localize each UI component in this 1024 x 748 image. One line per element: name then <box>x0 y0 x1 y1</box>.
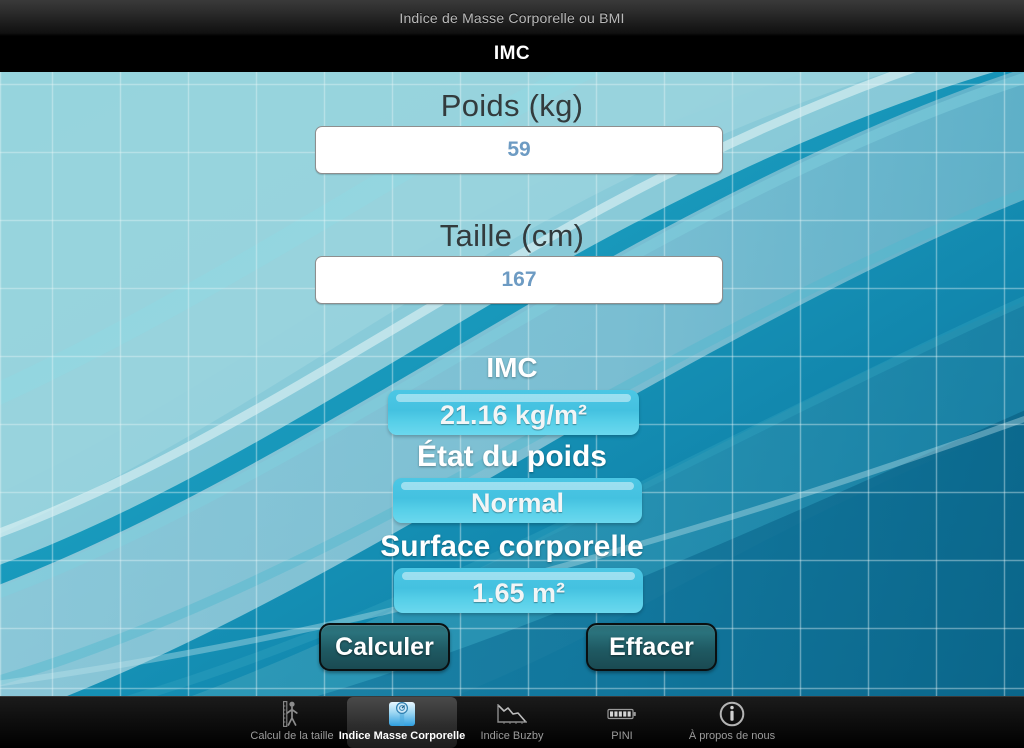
tab-label: Calcul de la taille <box>250 730 334 742</box>
info-circle-icon <box>712 701 752 727</box>
app-window: Indice de Masse Corporelle ou BMI IMC Po… <box>0 0 1024 748</box>
navigation-bar: IMC <box>0 36 1024 72</box>
height-label: Taille (cm) <box>439 218 585 253</box>
window-title: Indice de Masse Corporelle ou BMI <box>399 10 625 26</box>
weight-status-value: Normal <box>470 488 565 518</box>
declining-chart-icon <box>492 701 532 727</box>
main-content: Poids (kg) 59 Taille (cm) 167 IMC 21.16 … <box>0 72 1024 696</box>
battery-bars-icon <box>602 701 642 727</box>
height-input-value: 167 <box>501 268 537 291</box>
window-title-bar: Indice de Masse Corporelle ou BMI <box>0 0 1024 36</box>
body-surface-box: 1.65 m² <box>394 568 643 613</box>
tab-indice-masse-corporelle[interactable]: Indice Masse Corporelle <box>339 697 465 748</box>
weight-status-label: État du poids <box>417 440 607 473</box>
tab-label: Indice Masse Corporelle <box>338 730 466 742</box>
clear-button-label: Effacer <box>609 632 694 661</box>
clear-button[interactable]: Effacer <box>586 623 717 671</box>
bmi-result-label: IMC <box>486 352 538 383</box>
tab-a-propos-de-nous[interactable]: À propos de nous <box>677 697 787 748</box>
body-surface-value: 1.65 m² <box>471 578 566 608</box>
tab-bar: Calcul de la taille Indice Masse Corpore… <box>0 696 1024 748</box>
tab-indice-buzby[interactable]: Indice Buzby <box>457 697 567 748</box>
tab-calcul-de-la-taille[interactable]: Calcul de la taille <box>237 697 347 748</box>
weight-status-box: Normal <box>393 478 642 523</box>
tab-label: Indice Buzby <box>480 730 544 742</box>
tab-label: PINI <box>611 730 633 742</box>
bmi-result-box: 21.16 kg/m² <box>388 390 639 435</box>
bmi-result-value: 21.16 kg/m² <box>439 400 588 430</box>
height-person-icon <box>272 701 312 727</box>
page-title: IMC <box>493 43 531 64</box>
body-surface-label: Surface corporelle <box>380 530 644 563</box>
weight-input[interactable]: 59 <box>315 126 723 174</box>
tab-label: À propos de nous <box>688 730 776 742</box>
calculate-button-label: Calculer <box>335 632 434 661</box>
weight-input-value: 59 <box>507 138 531 161</box>
weight-label: Poids (kg) <box>440 88 584 123</box>
calculate-button[interactable]: Calculer <box>319 623 450 671</box>
tab-pini[interactable]: PINI <box>567 697 677 748</box>
bmi-scale-icon <box>382 701 422 727</box>
height-input[interactable]: 167 <box>315 256 723 304</box>
